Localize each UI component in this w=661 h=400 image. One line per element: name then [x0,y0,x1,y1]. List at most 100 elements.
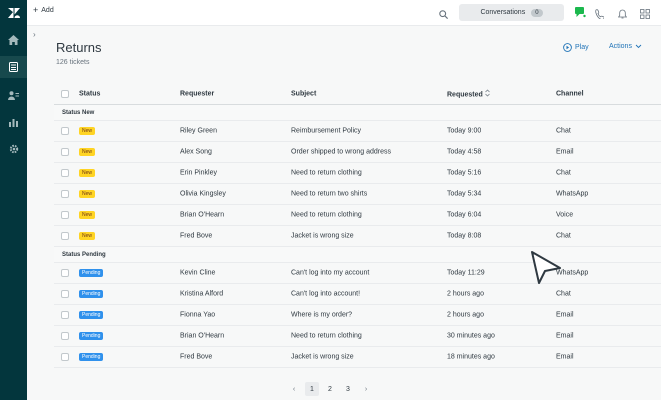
chat-status-icon[interactable] [574,5,587,18]
page-title: Returns [56,40,102,55]
status-badge: Pending [79,290,104,298]
ticket-subject[interactable]: Need to return clothing [291,212,362,219]
notifications-bell-icon[interactable] [617,6,628,24]
group-header-new: Status New [54,105,661,121]
ticket-subject[interactable]: Can't log into my account [291,270,369,277]
plus-icon: + [33,5,39,15]
ticket-subject[interactable]: Where is my order? [291,312,352,319]
group-label: Status Pending [62,251,106,258]
requested-time: Today 6:04 [447,211,482,219]
play-label: Play [575,44,589,51]
requested-time: Today 5:16 [447,169,482,177]
requester-name[interactable]: Kristina Alford [180,291,223,298]
next-page-button[interactable]: › [359,382,373,396]
requester-name[interactable]: Fionna Yao [180,312,215,319]
row-checkbox[interactable] [61,269,69,277]
requester-name[interactable]: Riley Green [180,128,217,135]
requester-name[interactable]: Erin Pinkley [180,170,217,177]
sort-icon[interactable] [485,89,490,96]
requested-time: 18 minutes ago [447,353,495,361]
view-panel: Returns 126 tickets Play Actions Status … [27,26,661,400]
row-checkbox[interactable] [61,290,69,298]
table-row[interactable]: New Olivia Kingsley Need to return two shi… [54,184,661,205]
column-requested[interactable]: Requested [447,89,490,98]
customers-icon[interactable] [0,84,27,106]
row-checkbox[interactable] [61,353,69,361]
table-row[interactable]: Pending Kevin Cline Can't log into my acco… [54,263,661,284]
table-row[interactable]: Pending Brian O'Hearn Need to return cloth… [54,326,661,347]
requester-name[interactable]: Kevin Cline [180,270,215,277]
row-checkbox[interactable] [61,169,69,177]
status-badge: Pending [79,269,104,277]
page-3-button[interactable]: 3 [341,382,355,396]
table-row[interactable]: New Alex Song Order shipped to wrong addre… [54,142,661,163]
table-row[interactable]: Pending Fred Bove Jacket is wrong size 18 m… [54,347,661,368]
table-row[interactable]: Pending Fionna Yao Where is my order? 2 hou… [54,305,661,326]
phone-icon[interactable] [595,6,605,24]
main-area: › Returns 126 tickets Play Actions Statu… [27,26,661,400]
page-1-button[interactable]: 1 [305,382,319,396]
column-status[interactable]: Status [79,90,100,97]
ticket-subject[interactable]: Reimbursement Policy [291,128,361,135]
row-checkbox[interactable] [61,332,69,340]
status-badge: New [79,169,96,177]
channel-name: Chat [556,290,571,298]
search-icon[interactable] [439,6,449,24]
ticket-subject[interactable]: Need to return two shirts [291,191,367,198]
ticket-subject[interactable]: Jacket is wrong size [291,233,354,240]
requester-name[interactable]: Brian O'Hearn [180,212,224,219]
requested-time: Today 5:34 [447,190,482,198]
views-icon[interactable] [0,56,27,78]
column-requester[interactable]: Requester [180,90,214,97]
play-button[interactable]: Play [563,43,589,52]
ticket-subject[interactable]: Need to return clothing [291,333,362,340]
actions-button[interactable]: Actions [609,43,642,50]
channel-name: Email [556,332,574,340]
column-subject[interactable]: Subject [291,90,316,97]
status-badge: New [79,232,96,240]
admin-gear-icon[interactable] [0,138,27,160]
requested-time: 2 hours ago [447,311,484,319]
ticket-subject[interactable]: Can't log into account! [291,291,360,298]
requester-name[interactable]: Alex Song [180,149,212,156]
requested-time: 2 hours ago [447,290,484,298]
requested-time: Today 4:58 [447,148,482,156]
table-row[interactable]: New Erin Pinkley Need to return clothing To… [54,163,661,184]
requester-name[interactable]: Brian O'Hearn [180,333,224,340]
row-checkbox[interactable] [61,232,69,240]
product-tray-icon[interactable] [640,6,650,24]
requested-time: Today 11:29 [447,269,485,277]
table-row[interactable]: New Brian O'Hearn Need to return clothing T… [54,205,661,226]
requester-name[interactable]: Fred Bove [180,233,212,240]
conversations-label: Conversations [480,9,526,16]
table-header: Status Requester Subject Requested Chann… [54,83,661,105]
page-2-button[interactable]: 2 [323,382,337,396]
ticket-subject[interactable]: Need to return clothing [291,170,362,177]
conversations-button[interactable]: Conversations 0 [459,4,564,21]
column-requested-label: Requested [447,91,483,98]
ticket-count: 126 tickets [56,59,90,66]
row-checkbox[interactable] [61,311,69,319]
status-badge: New [79,148,96,156]
row-checkbox[interactable] [61,148,69,156]
ticket-subject[interactable]: Order shipped to wrong address [291,149,391,156]
row-checkbox[interactable] [61,190,69,198]
row-checkbox[interactable] [61,127,69,135]
select-all-checkbox[interactable] [61,89,69,98]
column-channel[interactable]: Channel [556,90,584,97]
row-checkbox[interactable] [61,211,69,219]
table-row[interactable]: Pending Kristina Alford Can't log into acc… [54,284,661,305]
zendesk-logo-icon[interactable] [0,2,27,24]
table-row[interactable]: New Fred Bove Jacket is wrong size Today 8:… [54,226,661,247]
status-badge: Pending [79,332,104,340]
previous-page-button[interactable]: ‹ [287,382,301,396]
table-row[interactable]: New Riley Green Reimbursement Policy Today … [54,121,661,142]
reporting-icon[interactable] [0,111,27,133]
channel-name: Email [556,353,574,361]
add-button[interactable]: + Add [33,5,54,15]
ticket-subject[interactable]: Jacket is wrong size [291,354,354,361]
channel-name: Email [556,311,574,319]
requester-name[interactable]: Fred Bove [180,354,212,361]
home-icon[interactable] [0,29,27,51]
requester-name[interactable]: Olivia Kingsley [180,191,226,198]
